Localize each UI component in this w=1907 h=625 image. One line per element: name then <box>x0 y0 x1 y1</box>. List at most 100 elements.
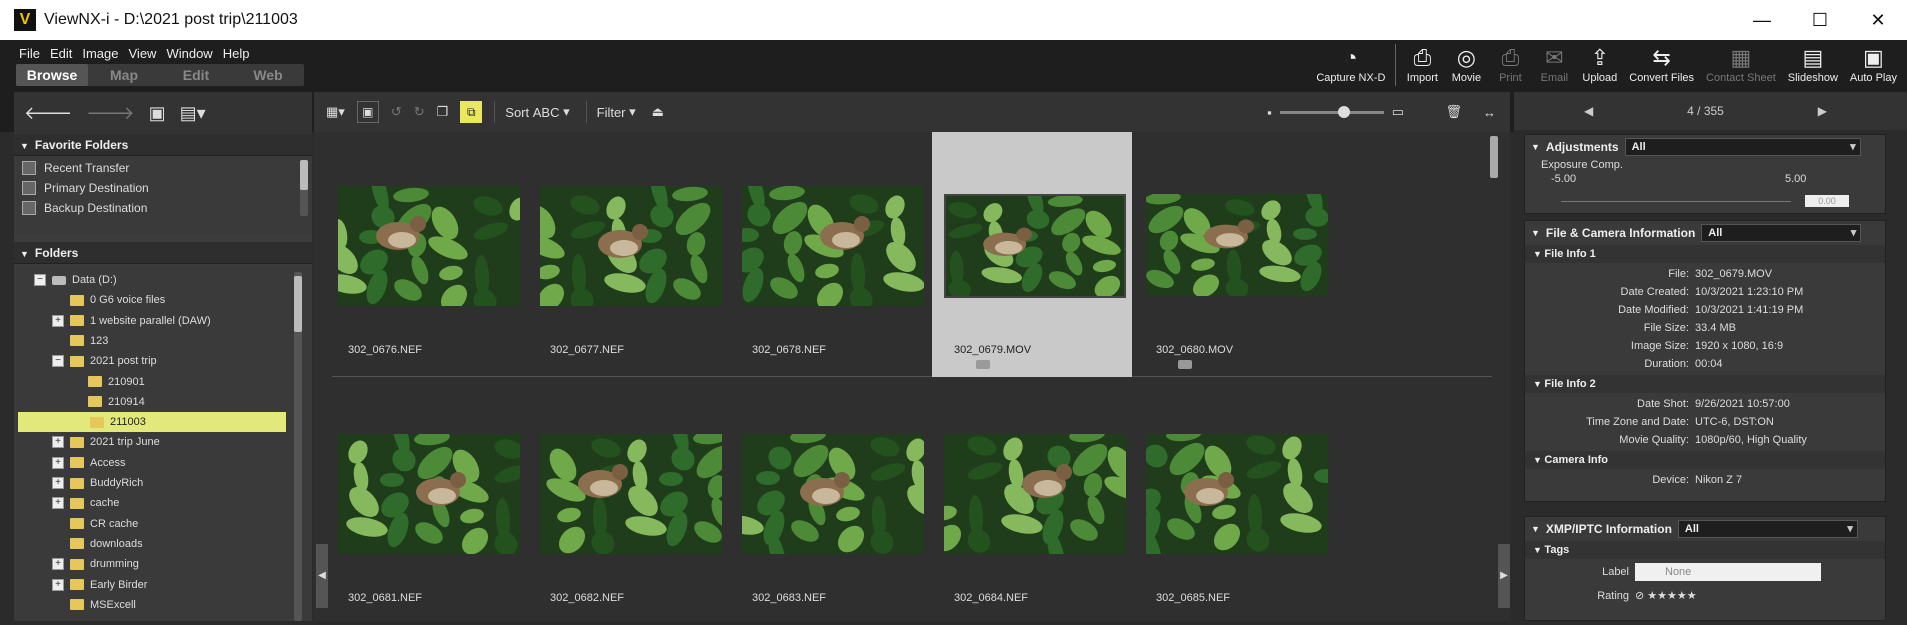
xmp-iptc-filter[interactable]: All <box>1677 520 1858 538</box>
thumbnail-image[interactable] <box>540 186 722 306</box>
folder-tree-item[interactable]: + Access <box>52 453 125 473</box>
thumbnail-size-slider[interactable] <box>1279 105 1384 118</box>
collapse-icon[interactable]: − <box>34 274 46 286</box>
thumbnail-image[interactable] <box>1146 434 1328 554</box>
collapse-right-icon[interactable]: ▶ <box>1498 544 1510 608</box>
minimize-button[interactable]: — <box>1733 0 1791 40</box>
expand-icon[interactable]: + <box>52 578 64 591</box>
trash-icon[interactable]: 🗑 <box>1445 104 1462 120</box>
folder-tree-item[interactable]: 0 G6 voice files <box>52 290 165 310</box>
exposure-slider[interactable] <box>1561 201 1791 202</box>
movie-button[interactable]: ◎ Movie <box>1444 44 1488 84</box>
folder-tree-item[interactable]: + drumming <box>52 554 139 574</box>
collapse-icon[interactable]: − <box>52 355 64 368</box>
expand-icon[interactable]: + <box>52 497 64 510</box>
folder-tree-item[interactable]: MSExcell <box>52 595 136 615</box>
thumbnail-item[interactable]: 302_0682.NEF <box>528 380 728 625</box>
thumbnail-item[interactable]: 302_0684.NEF <box>932 380 1132 625</box>
rotate-left-icon[interactable]: ↺ <box>391 104 402 120</box>
tags-header[interactable]: ▼ Tags <box>1525 541 1885 559</box>
menu-window[interactable]: Window <box>161 44 217 63</box>
exposure-value-field[interactable]: 0.00 <box>1805 195 1849 207</box>
stack-icon[interactable]: ❐ <box>437 104 449 120</box>
clear-filter-icon[interactable]: ⏏ <box>652 104 664 120</box>
thumbnail-item[interactable]: 302_0679.MOV <box>932 132 1132 377</box>
favorite-folders-header[interactable]: ▼ Favorite Folders <box>14 134 312 156</box>
prev-image-icon[interactable]: ◀ <box>1584 104 1593 118</box>
maximize-button[interactable]: ☐ <box>1791 0 1849 40</box>
compare-icon[interactable]: ⧉ <box>460 101 483 123</box>
thumbnail-item[interactable]: 302_0676.NEF <box>326 132 526 377</box>
folder-tree-item[interactable]: downloads <box>52 534 143 554</box>
xmp-iptc-header[interactable]: ▼ XMP/IPTC Information All <box>1525 517 1885 541</box>
sort-menu[interactable]: Sort ABC ▾ <box>494 101 573 123</box>
menu-image[interactable]: Image <box>77 44 123 63</box>
expand-icon[interactable]: + <box>52 314 64 327</box>
label-dropdown[interactable]: None <box>1635 563 1821 581</box>
menu-edit[interactable]: Edit <box>45 44 77 63</box>
thumbnail-image[interactable] <box>540 434 722 554</box>
favorites-scrollbar[interactable] <box>300 160 308 216</box>
expand-icon[interactable]: + <box>52 477 64 489</box>
thumbnail-image[interactable] <box>1146 194 1328 296</box>
folder-tree-item[interactable]: − 2021 post trip <box>52 351 157 371</box>
back-arrow-icon[interactable]: 🡐 <box>24 103 72 124</box>
favorite-folder-item[interactable]: Primary Destination <box>14 178 312 198</box>
rotate-right-icon[interactable]: ↻ <box>414 104 425 120</box>
upload-button[interactable]: ⇪ Upload <box>1576 44 1623 84</box>
adjustments-filter[interactable]: All <box>1624 138 1861 156</box>
thumbnail-image[interactable] <box>742 434 924 554</box>
thumbnail-size-handle[interactable] <box>1337 105 1350 118</box>
file-camera-info-filter[interactable]: All <box>1701 224 1862 242</box>
thumbnail-image[interactable] <box>944 194 1126 298</box>
email-button[interactable]: ✉ Email <box>1532 44 1576 84</box>
tab-web[interactable]: Web <box>232 64 304 86</box>
expand-icon[interactable]: + <box>52 456 64 469</box>
folder-tree-item[interactable]: + BuddyRich <box>52 473 143 493</box>
expand-icon[interactable]: + <box>52 558 64 571</box>
tab-map[interactable]: Map <box>88 64 160 86</box>
thumbnail-item[interactable]: 302_0685.NEF <box>1134 380 1334 625</box>
thumbnail-item[interactable]: 302_0680.MOV <box>1134 132 1334 377</box>
convert-files-button[interactable]: ⇆ Convert Files <box>1623 44 1700 84</box>
folder-tree-item[interactable]: +2021 trip June <box>52 432 160 452</box>
thumbnail-item[interactable]: 302_0681.NEF <box>326 380 526 625</box>
adjustments-header[interactable]: ▼ Adjustments All <box>1525 135 1885 159</box>
folders-scrollbar[interactable] <box>294 272 302 621</box>
file-camera-info-header[interactable]: ▼ File & Camera Information All <box>1525 221 1885 245</box>
info-group-header[interactable]: ▼ File Info 2 <box>1525 375 1885 393</box>
view-mode-grid-icon[interactable]: ▦▾ <box>326 104 345 120</box>
info-group-header[interactable]: ▼ File Info 1 <box>1525 245 1885 263</box>
folder-tree-item[interactable]: +1 website parallel (DAW) <box>52 311 211 331</box>
small-thumb-icon[interactable]: ▪ <box>1267 105 1272 120</box>
favorite-folder-item[interactable]: Backup Destination <box>14 198 312 218</box>
favorite-folder-icon[interactable]: ▤▾ <box>180 103 206 124</box>
tab-edit[interactable]: Edit <box>160 64 232 86</box>
close-button[interactable]: ✕ <box>1849 0 1907 40</box>
contact-sheet-button[interactable]: ▦ Contact Sheet <box>1700 44 1782 84</box>
info-group-header[interactable]: ▼ Camera Info <box>1525 451 1885 469</box>
expand-icon[interactable]: + <box>52 436 64 449</box>
slideshow-button[interactable]: ▤ Slideshow <box>1782 44 1844 84</box>
grid-scrollbar[interactable] <box>1490 136 1498 178</box>
large-thumb-icon[interactable]: ▭ <box>1392 104 1404 120</box>
folder-tree-item[interactable]: 123 <box>52 331 108 351</box>
thumbnail-item[interactable]: 302_0677.NEF <box>528 132 728 377</box>
print-button[interactable]: ⎙ Print <box>1488 44 1532 84</box>
folder-tree-item[interactable]: + cache <box>52 493 119 513</box>
forward-arrow-icon[interactable]: 🡒 <box>86 103 134 124</box>
import-button[interactable]: ⎙ Import <box>1400 44 1444 84</box>
favorite-folder-item[interactable]: Recent Transfer <box>14 158 312 178</box>
filter-menu[interactable]: Filter ▾ <box>585 101 640 123</box>
capture-nx-d-button[interactable]: ◔ Capture NX-D <box>1310 44 1391 84</box>
fit-view-icon[interactable]: ▣ <box>356 101 379 123</box>
folder-tree-item[interactable]: 210901 <box>70 372 145 392</box>
folders-header[interactable]: ▼ Folders <box>14 242 312 264</box>
thumbnail-image[interactable] <box>338 186 520 306</box>
folder-up-icon[interactable]: ▣ <box>149 103 166 124</box>
folder-tree-item[interactable]: + Early Birder <box>52 575 147 595</box>
rating-stars[interactable]: ⊘ ★★★★★ <box>1635 587 1697 605</box>
folder-tree-item[interactable]: 210914 <box>70 392 145 412</box>
menu-view[interactable]: View <box>124 44 162 63</box>
menu-file[interactable]: File <box>14 44 45 63</box>
